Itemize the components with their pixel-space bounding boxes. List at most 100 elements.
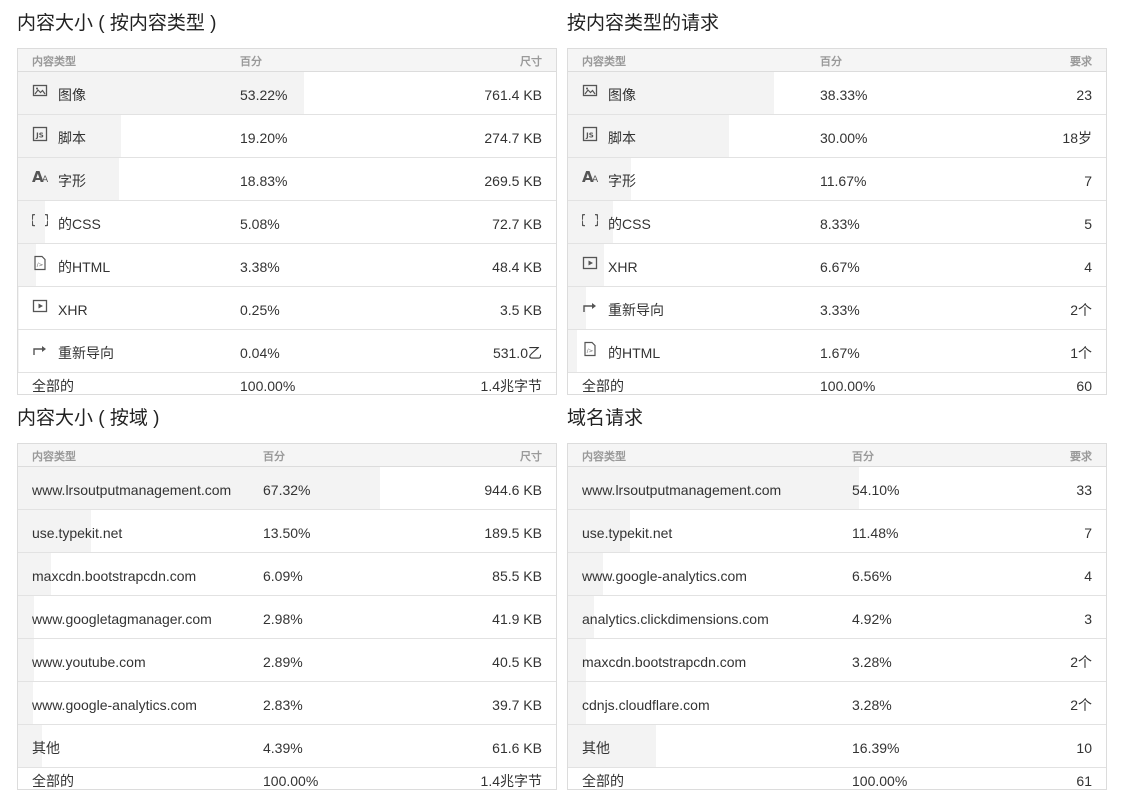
row-percent: 2.89% bbox=[263, 654, 303, 670]
share-bar bbox=[18, 287, 20, 329]
row-value: 274.7 KB bbox=[484, 130, 542, 146]
row-label: 的CSS bbox=[58, 216, 101, 232]
row-label: 字形 bbox=[608, 173, 636, 189]
total-percent: 100.00% bbox=[852, 773, 908, 789]
total-value: 61 bbox=[1076, 773, 1092, 789]
total-label: 全部的 bbox=[582, 378, 624, 394]
row-percent: 2.83% bbox=[263, 697, 303, 713]
table-row: www.google-analytics.com 6.56% 4 bbox=[568, 553, 1106, 596]
css-icon: { } bbox=[32, 212, 48, 228]
row-value: 189.5 KB bbox=[484, 525, 542, 541]
requests-by-domain-panel: 域名请求 内容类型 百分 要求 www.lrsoutputmanagement.com 5… bbox=[567, 395, 1107, 790]
column-header-percent[interactable]: 百分 bbox=[263, 448, 285, 464]
css-icon: { } bbox=[582, 212, 598, 228]
row-value: 10 bbox=[1076, 740, 1092, 756]
image-icon bbox=[32, 83, 48, 99]
row-percent: 16.39% bbox=[852, 740, 900, 756]
row-label: www.google-analytics.com bbox=[32, 697, 197, 713]
svg-text:/>: /> bbox=[587, 349, 594, 355]
table-row: 其他 4.39% 61.6 KB bbox=[18, 725, 556, 768]
requests-by-type-panel: 按内容类型的请求 内容类型 百分 要求 图像 38.33% 23 JS 脚本 30.00% 18岁 A… bbox=[567, 0, 1107, 395]
table-row: /> 的HTML 1.67% 1个 bbox=[568, 330, 1106, 373]
total-value: 1.4兆字节 bbox=[480, 773, 542, 789]
row-percent: 3.38% bbox=[240, 259, 280, 275]
share-bar bbox=[18, 682, 34, 724]
script-icon: JS bbox=[582, 126, 598, 142]
row-value: 5 bbox=[1084, 216, 1092, 232]
row-percent: 4.39% bbox=[263, 740, 303, 756]
row-percent: 11.67% bbox=[820, 173, 867, 189]
column-header-value[interactable]: 要求 bbox=[1070, 448, 1092, 464]
total-label: 全部的 bbox=[582, 773, 624, 789]
row-value: 7 bbox=[1084, 173, 1092, 189]
row-value: 4 bbox=[1084, 568, 1092, 584]
column-header-percent[interactable]: 百分 bbox=[820, 53, 842, 69]
row-value: 531.0乙 bbox=[492, 345, 542, 361]
row-label: use.typekit.net bbox=[32, 525, 123, 541]
row-value: 3 bbox=[1084, 611, 1092, 627]
total-value: 60 bbox=[1076, 378, 1092, 394]
row-label: XHR bbox=[608, 259, 638, 275]
row-value: 1个 bbox=[1070, 345, 1092, 361]
column-header-type[interactable]: 内容类型 bbox=[32, 448, 76, 464]
row-value: 39.7 KB bbox=[492, 697, 542, 713]
row-value: 48.4 KB bbox=[492, 259, 542, 275]
row-percent: 3.28% bbox=[852, 697, 892, 713]
column-header-type[interactable]: 内容类型 bbox=[582, 53, 626, 69]
row-value: 2个 bbox=[1070, 697, 1092, 713]
table-row: { } 的CSS 5.08% 72.7 KB bbox=[18, 201, 556, 244]
table-row: XHR 0.25% 3.5 KB bbox=[18, 287, 556, 330]
total-percent: 100.00% bbox=[820, 378, 876, 394]
row-percent: 53.22% bbox=[240, 87, 288, 103]
column-header-value[interactable]: 要求 bbox=[1070, 53, 1092, 69]
row-label: maxcdn.bootstrapcdn.com bbox=[582, 654, 747, 670]
column-header-type[interactable]: 内容类型 bbox=[32, 53, 76, 69]
row-value: 944.6 KB bbox=[484, 482, 542, 498]
table-row: A A 字形 11.67% 7 bbox=[568, 158, 1106, 201]
row-label: www.youtube.com bbox=[32, 654, 146, 670]
row-value: 7 bbox=[1084, 525, 1092, 541]
table-row: 图像 38.33% 23 bbox=[568, 72, 1106, 115]
table-header: 内容类型 百分 尺寸 bbox=[18, 444, 556, 467]
table-header: 内容类型 百分 尺寸 bbox=[18, 49, 556, 72]
table-row: maxcdn.bootstrapcdn.com 6.09% 85.5 KB bbox=[18, 553, 556, 596]
row-value: 40.5 KB bbox=[492, 654, 542, 670]
row-label: 脚本 bbox=[608, 130, 636, 146]
size-by-domain-panel: 内容大小 ( 按域 ) 内容类型 百分 尺寸 www.lrsoutputmanageme… bbox=[17, 395, 557, 790]
column-header-value[interactable]: 尺寸 bbox=[520, 448, 542, 464]
row-value: 33 bbox=[1076, 482, 1092, 498]
column-header-value[interactable]: 尺寸 bbox=[520, 53, 542, 69]
table-row: JS 脚本 30.00% 18岁 bbox=[568, 115, 1106, 158]
total-label: 全部的 bbox=[32, 378, 74, 394]
row-value: 4 bbox=[1084, 259, 1092, 275]
row-label: XHR bbox=[58, 302, 88, 318]
row-value: 761.4 KB bbox=[484, 87, 542, 103]
svg-text:JS: JS bbox=[35, 132, 44, 140]
row-value: 2个 bbox=[1070, 302, 1092, 318]
panel-title: 按内容类型的请求 bbox=[567, 13, 720, 34]
row-label: 重新导向 bbox=[58, 345, 114, 361]
table-row: XHR 6.67% 4 bbox=[568, 244, 1106, 287]
column-header-type[interactable]: 内容类型 bbox=[582, 448, 626, 464]
panel-title: 内容大小 ( 按内容类型 ) bbox=[17, 13, 217, 34]
row-label: maxcdn.bootstrapcdn.com bbox=[32, 568, 197, 584]
row-value: 61.6 KB bbox=[492, 740, 542, 756]
row-percent: 6.09% bbox=[263, 568, 303, 584]
column-header-percent[interactable]: 百分 bbox=[240, 53, 262, 69]
row-percent: 38.33% bbox=[820, 87, 868, 103]
panel-title: 域名请求 bbox=[567, 408, 644, 429]
html-icon: /> bbox=[582, 341, 598, 357]
row-percent: 2.98% bbox=[263, 611, 303, 627]
table-total-row: 全部的 100.00% 60 bbox=[568, 373, 1106, 394]
share-bar bbox=[568, 330, 577, 372]
table-row: www.youtube.com 2.89% 40.5 KB bbox=[18, 639, 556, 682]
table-row: 其他 16.39% 10 bbox=[568, 725, 1106, 768]
data-table: 内容类型 百分 要求 www.lrsoutputmanagement.com 54.10… bbox=[567, 443, 1107, 790]
column-header-percent[interactable]: 百分 bbox=[852, 448, 874, 464]
table-row: maxcdn.bootstrapcdn.com 3.28% 2个 bbox=[568, 639, 1106, 682]
row-percent: 67.32% bbox=[263, 482, 311, 498]
row-percent: 6.56% bbox=[852, 568, 892, 584]
row-percent: 30.00% bbox=[820, 130, 868, 146]
font-icon: AA bbox=[32, 169, 49, 185]
table-total-row: 全部的 100.00% 61 bbox=[568, 768, 1106, 789]
